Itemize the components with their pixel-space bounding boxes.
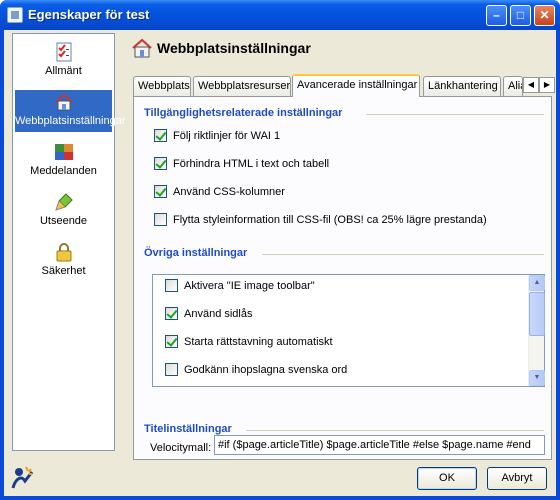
house-icon [54,92,74,112]
sidebar-item-label: Säkerhet [41,265,86,277]
checkbox-label: Aktivera "IE image toolbar" [184,279,315,292]
dialog-body: Allmänt Webbplatsinställningar Meddeland… [4,30,556,496]
checkbox-label: Följ riktlinjer för WAI 1 [173,129,281,142]
tab-lankhantering[interactable]: Länkhantering [423,76,501,96]
cancel-button[interactable]: Avbryt [487,467,547,490]
maximize-button[interactable]: □ [510,5,531,26]
tab-webbplats[interactable]: Webbplats [133,76,191,96]
lock-icon [54,242,74,262]
paintbrush-icon [54,192,74,212]
scroll-up-button[interactable]: ▲ [529,275,545,291]
section-heading-title: Titelinställningar [144,423,232,435]
checkbox[interactable] [154,213,167,226]
app-logo-icon [10,464,36,490]
checkbox[interactable] [165,335,178,348]
sidebar-item-label: Webbplatsinställningar [15,115,126,127]
title-bar[interactable]: Egenskaper för test – □ ✕ [0,0,560,30]
section-divider [262,254,544,255]
minimize-button[interactable]: – [486,5,507,26]
tab-panel: Tillgänglighetsrelaterade inställningar … [133,96,552,460]
other-settings-list[interactable]: Aktivera "IE image toolbar" Använd sidlå… [152,274,545,387]
sidebar-item-sakerhet[interactable]: Säkerhet [15,240,112,282]
checkbox-label: Förhindra HTML i text och tabell [173,157,330,170]
checkbox-label: Använd sidlås [184,307,253,320]
checkbox-prevent-html[interactable]: Förhindra HTML i text och tabell [154,157,329,173]
checkbox-label: Använd CSS-kolumner [173,185,285,198]
list-item[interactable]: Starta rättstavning automatiskt [165,335,333,351]
checkbox[interactable] [165,363,178,376]
checkbox[interactable] [154,129,167,142]
checkbox[interactable] [165,279,178,292]
list-item[interactable]: Aktivera "IE image toolbar" [165,279,315,295]
close-button[interactable]: ✕ [534,5,555,26]
checkbox-css-columns[interactable]: Använd CSS-kolumner [154,185,285,201]
tab-alia[interactable]: Alia [503,76,523,96]
checkbox[interactable] [154,185,167,198]
category-sidebar: Allmänt Webbplatsinställningar Meddeland… [12,33,126,451]
checkbox-label: Godkänn ihopslagna svenska ord [184,363,348,376]
section-heading-accessibility: Tillgänglighetsrelaterade inställningar [144,107,343,119]
tab-avancerade-installningar[interactable]: Avancerade inställningar [292,74,420,97]
vertical-scrollbar[interactable]: ▲ ▼ [528,275,545,386]
house-icon [131,38,153,58]
sidebar-item-label: Utseende [39,215,88,227]
checkbox-label: Flytta styleinformation till CSS-fil (OB… [173,213,487,226]
checklist-icon [54,42,74,62]
tab-strip: Webbplats Webbplatsresurser Avancerade i… [133,74,555,97]
sidebar-item-meddelanden[interactable]: Meddelanden [15,140,112,182]
section-divider [246,430,544,431]
sidebar-item-label: Allmänt [45,65,82,77]
checkbox[interactable] [154,157,167,170]
messages-icon [54,142,74,162]
sidebar-item-allmant[interactable]: Allmänt [15,40,112,82]
list-item[interactable]: Godkänn ihopslagna svenska ord [165,363,347,379]
section-divider [366,114,544,115]
ok-button[interactable]: OK [417,467,477,490]
tab-webbplatsresurser[interactable]: Webbplatsresurser [193,76,291,96]
scroll-down-button[interactable]: ▼ [529,370,545,386]
page-title: Webbplatsinställningar [157,40,311,56]
window-icon [7,7,23,23]
sidebar-item-utseende[interactable]: Utseende [15,190,112,232]
list-item[interactable]: Använd sidlås [165,307,253,323]
velocity-label: Velocitymall: [150,442,212,454]
tab-scroll-left-button[interactable]: ◀ [523,77,539,93]
scroll-thumb[interactable] [529,292,545,336]
checkbox-wai[interactable]: Följ riktlinjer för WAI 1 [154,129,280,145]
dialog-window: Egenskaper för test – □ ✕ Allmänt Webbpl… [0,0,560,500]
velocity-template-input[interactable]: #if ($page.articleTitle) $page.articleTi… [214,435,545,455]
sidebar-item-label: Meddelanden [30,165,97,177]
tab-scroll-right-button[interactable]: ▶ [539,77,555,93]
window-title: Egenskaper för test [28,7,150,22]
checkbox-label: Starta rättstavning automatiskt [184,335,333,348]
section-heading-other: Övriga inställningar [144,247,248,259]
checkbox[interactable] [165,307,178,320]
sidebar-item-webbplatsinstallningar[interactable]: Webbplatsinställningar [15,90,126,132]
checkbox-move-style[interactable]: Flytta styleinformation till CSS-fil (OB… [154,213,487,229]
